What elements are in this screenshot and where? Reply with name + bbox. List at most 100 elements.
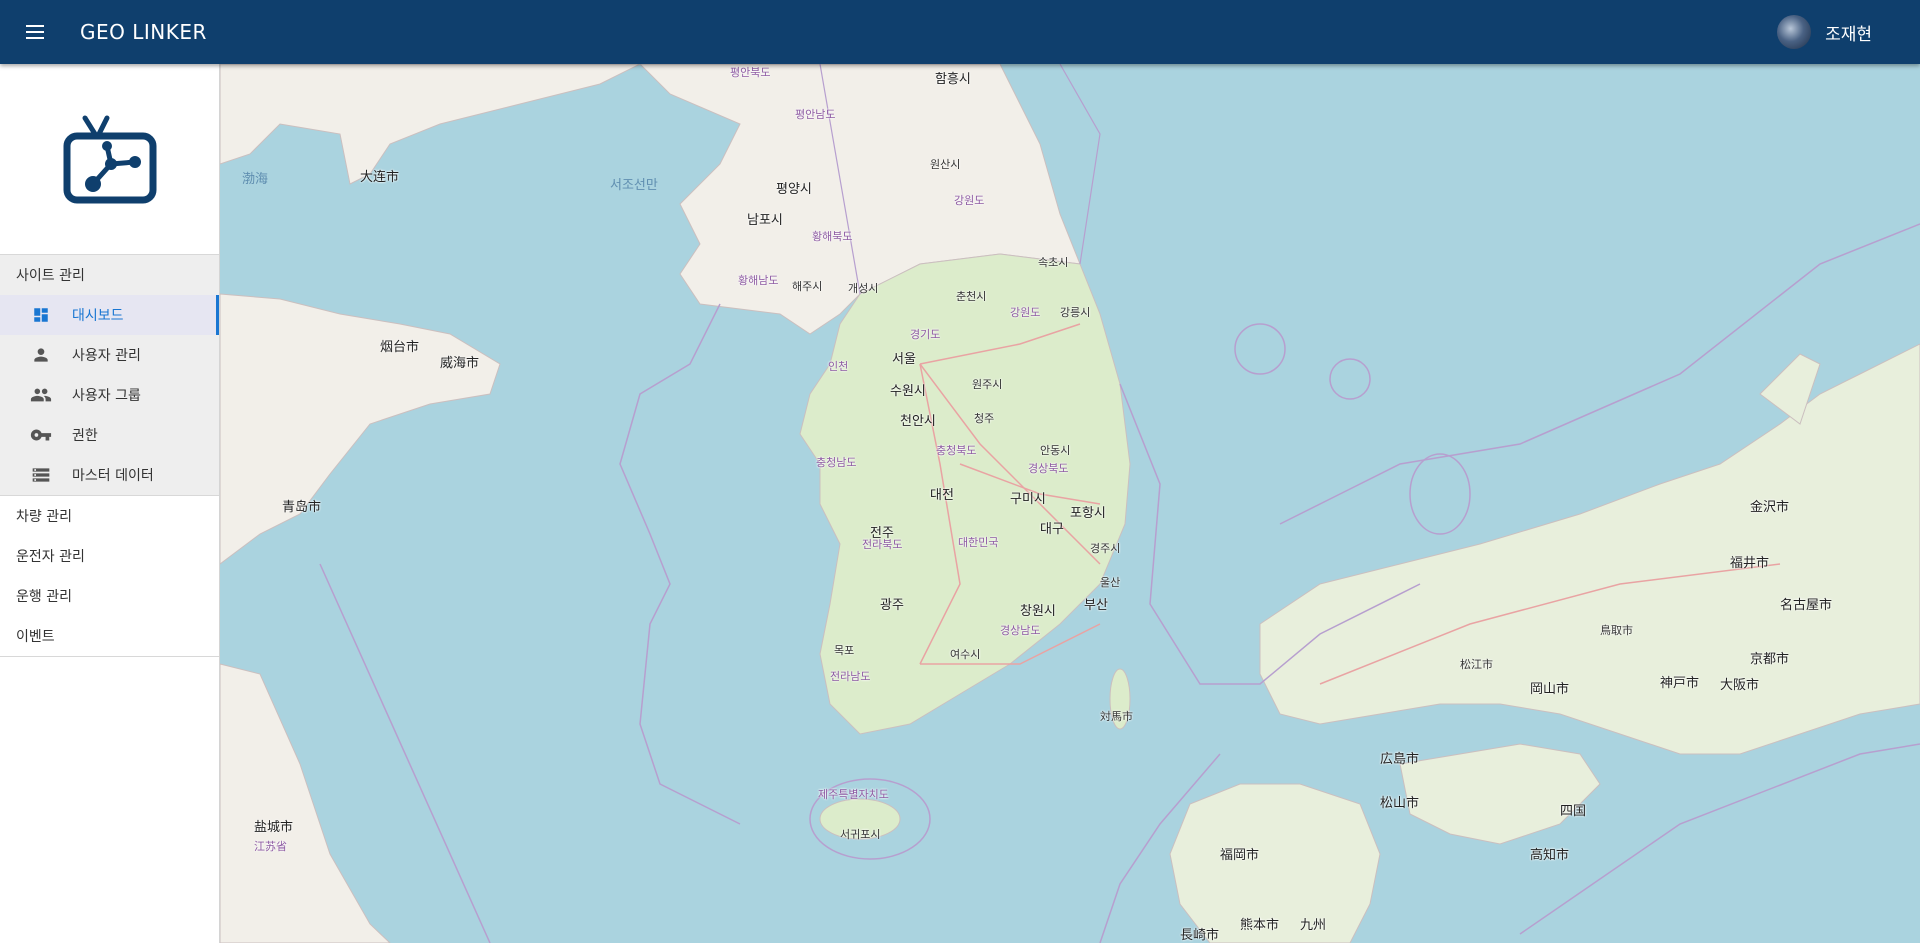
map-label-tsushima: 対馬市: [1100, 710, 1133, 723]
dashboard-icon: [30, 304, 52, 326]
map-view[interactable]: 渤海 서조선만 大连市 烟台市 威海市 青岛市 盐城市 江苏省 평안북도 평안남…: [220, 64, 1920, 943]
app-header: GEO LINKER 조재현: [0, 0, 1920, 64]
sidebar-divider: [0, 656, 219, 657]
map-label-andong: 안동시: [1040, 444, 1071, 457]
map-label-wonsan: 원산시: [930, 158, 961, 171]
map-label-yeosu: 여수시: [950, 648, 981, 661]
map-label-pyongan-n: 평안북도: [730, 66, 771, 79]
map-label-matsue: 松江市: [1460, 658, 1493, 671]
hamburger-menu-icon: [26, 25, 44, 39]
nav-group-title[interactable]: 사이트 관리: [0, 255, 219, 295]
map-label-gwangju: 광주: [880, 598, 904, 613]
map-label-hwanghae-n: 황해북도: [812, 230, 853, 243]
map-label-jeju: 제주특별자치도: [818, 788, 889, 801]
map-label-matsuyama: 松山市: [1380, 796, 1420, 811]
map-label-pyongyang: 평양시: [776, 182, 812, 197]
map-label-kumamoto: 熊本市: [1240, 918, 1280, 933]
map-label-cheonan: 천안시: [900, 414, 936, 429]
map-label-gyeongbuk: 경상북도: [1028, 462, 1069, 475]
sidebar-item-permission[interactable]: 권한: [0, 415, 219, 455]
sidebar-item-user-management[interactable]: 사용자 관리: [0, 335, 219, 375]
map-label-gangwon: 강원도: [1010, 306, 1041, 319]
person-icon: [30, 344, 52, 366]
sidebar-item-operation-management[interactable]: 운행 관리: [0, 576, 219, 616]
sidebar-item-label: 권한: [72, 428, 98, 444]
map-label-qingdao: 青岛市: [282, 500, 322, 515]
map-label-gyeongju: 경주시: [1090, 542, 1121, 555]
map-label-yantai: 烟台市: [380, 340, 420, 355]
map-label-cheongju: 청주: [974, 412, 995, 425]
map-label-nagasaki: 長崎市: [1180, 928, 1220, 943]
map-label-changwon: 창원시: [1020, 604, 1056, 619]
map-label-mokpo: 목포: [834, 644, 855, 657]
tv-network-logo-icon: [63, 115, 156, 204]
map-label-west-sea: 서조선만: [610, 178, 658, 193]
map-label-jiangsu: 江苏省: [254, 840, 287, 853]
map-label-seoul: 서울: [892, 352, 916, 367]
menu-button[interactable]: [0, 0, 70, 64]
map-label-osaka: 大阪市: [1720, 678, 1760, 693]
map-label-suwon: 수원시: [890, 384, 926, 399]
map-label-hiroshima: 広島市: [1380, 752, 1420, 767]
map-label-gaesong: 개성시: [848, 282, 879, 295]
map-label-weihai: 威海市: [440, 356, 480, 371]
map-label-daegu: 대구: [1040, 522, 1064, 537]
sidebar-item-label: 대시보드: [72, 308, 124, 324]
map-label-chungbuk: 충청북도: [936, 444, 977, 457]
map-label-korea: 대한민국: [958, 536, 999, 549]
map-label-jeonju: 전주: [870, 526, 894, 541]
sidebar-item-label: 사용자 관리: [72, 348, 141, 364]
sidebar: 사이트 관리 대시보드 사용자 관리 사용자 그룹 권한 마스터 데이터 차량 …: [0, 64, 220, 943]
map-label-yancheng: 盐城市: [254, 820, 294, 835]
map-label-sokcho: 속초시: [1038, 256, 1069, 269]
logo-area: [0, 64, 219, 254]
map-label-gyeonggi: 경기도: [910, 328, 941, 341]
map-label-okayama: 岡山市: [1530, 682, 1570, 697]
map-label-pyongan-s: 평안남도: [795, 108, 836, 121]
map-label-jeonnam: 전라남도: [830, 670, 871, 683]
map-label-haeju: 해주시: [792, 280, 823, 293]
map-label-wonju: 원주시: [972, 378, 1003, 391]
map-label-kyoto: 京都市: [1750, 652, 1790, 667]
avatar[interactable]: [1777, 15, 1812, 49]
map-label-ulsan: 울산: [1100, 576, 1121, 589]
sidebar-item-master-data[interactable]: 마스터 데이터: [0, 455, 219, 495]
user-menu[interactable]: 조재현: [1777, 0, 1872, 64]
map-label-gumi: 구미시: [1010, 492, 1046, 507]
map-label-gangneung: 강릉시: [1060, 306, 1091, 319]
map-label-fukuoka: 福岡市: [1220, 848, 1260, 863]
map-label-shikoku: 四国: [1560, 804, 1587, 819]
storage-icon: [30, 464, 52, 486]
map-label-seogwipo: 서귀포시: [840, 828, 881, 841]
map-label-gangwon-n: 강원도: [954, 194, 985, 207]
group-icon: [30, 384, 52, 406]
map-label-fukui: 福井市: [1730, 556, 1770, 571]
map-label-busan: 부산: [1084, 598, 1108, 613]
map-label-nagoya: 名古屋市: [1780, 598, 1833, 613]
sidebar-item-events[interactable]: 이벤트: [0, 616, 219, 656]
map-label-pohang: 포항시: [1070, 506, 1106, 521]
app-title: GEO LINKER: [80, 20, 207, 44]
map-label-chungnam: 충청남도: [816, 456, 857, 469]
map-label-kobe: 神戸市: [1660, 676, 1700, 691]
map-label-kyushu: 九州: [1300, 918, 1327, 933]
map-label-kanazawa: 金沢市: [1750, 500, 1790, 515]
sidebar-item-label: 사용자 그룹: [72, 388, 141, 404]
sidebar-item-label: 마스터 데이터: [72, 468, 154, 484]
map-label-bohai: 渤海: [242, 172, 269, 187]
map-label-daejeon: 대전: [930, 488, 954, 503]
nav-group-site-management: 사이트 관리 대시보드 사용자 관리 사용자 그룹 권한 마스터 데이터: [0, 254, 219, 496]
map-label-hamhung: 함흥시: [935, 72, 971, 87]
sidebar-item-driver-management[interactable]: 운전자 관리: [0, 536, 219, 576]
map-label-incheon: 인천: [828, 360, 849, 373]
user-name[interactable]: 조재현: [1825, 20, 1872, 45]
map-label-dalian: 大连市: [360, 170, 400, 185]
sidebar-item-user-group[interactable]: 사용자 그룹: [0, 375, 219, 415]
sidebar-item-dashboard[interactable]: 대시보드: [0, 295, 219, 335]
key-icon: [30, 424, 52, 446]
map-label-nampo: 남포시: [747, 213, 783, 228]
sidebar-item-vehicle-management[interactable]: 차량 관리: [0, 496, 219, 536]
map-label-chuncheon: 춘천시: [956, 290, 987, 303]
map-label-hwanghae-s: 황해남도: [738, 274, 779, 287]
map-label-gyeongnam: 경상남도: [1000, 624, 1041, 637]
